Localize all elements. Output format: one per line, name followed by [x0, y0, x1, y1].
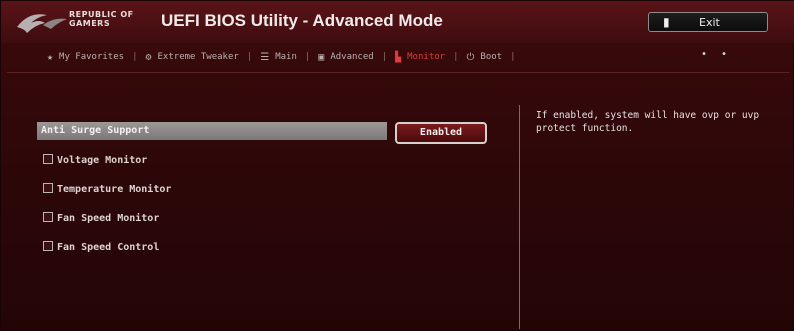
tab-advanced[interactable]: ▣ Advanced — [312, 52, 379, 63]
rog-logo-icon — [17, 14, 67, 33]
tab-label: Boot — [480, 52, 503, 62]
brand-text: REPUBLIC OF GAMERS — [69, 10, 134, 28]
anti-surge-value-button[interactable]: Enabled — [395, 122, 487, 144]
tab-separator: | — [381, 52, 388, 62]
submenu-temperature-monitor[interactable]: Temperature Monitor — [43, 182, 171, 196]
tab-label: Advanced — [330, 52, 374, 62]
tab-separator: | — [453, 52, 459, 62]
tab-label: Main — [275, 52, 297, 62]
submenu-arrow-icon — [43, 154, 53, 164]
tab-separator: | — [304, 52, 311, 62]
submenu-arrow-icon — [43, 183, 53, 193]
help-text: If enabled, system will have ovp or uvp … — [536, 110, 760, 134]
brand-line1: REPUBLIC OF — [69, 10, 134, 19]
tab-label: My Favorites — [59, 52, 125, 62]
tweaker-icon: ⚙ — [145, 51, 152, 63]
submenu-arrow-icon — [43, 241, 53, 251]
power-icon: ⏻ — [466, 51, 475, 63]
submenu-fan-speed-monitor[interactable]: Fan Speed Monitor — [43, 211, 159, 225]
tab-boot[interactable]: ⏻ Boot — [461, 52, 509, 63]
tab-monitor[interactable]: ▙ Monitor — [389, 52, 451, 63]
tab-separator: | — [132, 52, 138, 62]
exit-door-icon: ▮ — [663, 15, 670, 29]
submenu-label: Temperature Monitor — [57, 184, 172, 195]
tab-label: Extreme Tweaker — [157, 52, 239, 62]
tab-main[interactable]: ☰ Main — [254, 52, 303, 63]
submenu-label: Fan Speed Monitor — [57, 213, 160, 224]
submenu-voltage-monitor[interactable]: Voltage Monitor — [43, 153, 147, 167]
header-bar: REPUBLIC OF GAMERS UEFI BIOS Utility - A… — [1, 1, 794, 43]
bios-window: REPUBLIC OF GAMERS UEFI BIOS Utility - A… — [0, 0, 794, 331]
list-icon: ☰ — [260, 51, 270, 63]
tab-separator: | — [246, 52, 253, 62]
exit-label: Exit — [699, 16, 720, 29]
brand-line2: GAMERS — [69, 19, 111, 28]
tab-separator: | — [510, 52, 516, 62]
advanced-icon: ▣ — [318, 51, 325, 63]
divider — [7, 72, 789, 73]
setting-label: Anti Surge Support — [41, 125, 150, 136]
submenu-label: Fan Speed Control — [57, 242, 160, 253]
tab-my-favorites[interactable]: ★ My Favorites — [41, 52, 130, 63]
submenu-label: Voltage Monitor — [57, 155, 148, 166]
setting-row-anti-surge[interactable]: Anti Surge Support — [37, 122, 387, 140]
star-icon: ★ — [47, 51, 54, 63]
tab-label: Monitor — [407, 52, 446, 62]
submenu-fan-speed-control[interactable]: Fan Speed Control — [43, 240, 159, 254]
submenu-arrow-icon — [43, 212, 53, 222]
help-panel-divider — [519, 105, 520, 329]
exit-button[interactable]: ▮ Exit — [648, 12, 768, 32]
more-tabs-indicator[interactable]: • • — [701, 49, 731, 60]
page-title: UEFI BIOS Utility - Advanced Mode — [161, 11, 443, 30]
tab-bar: ★ My Favorites | ⚙ Extreme Tweaker | ☰ M… — [41, 49, 518, 65]
tab-extreme-tweaker[interactable]: ⚙ Extreme Tweaker — [139, 52, 244, 63]
monitor-icon: ▙ — [395, 51, 402, 63]
